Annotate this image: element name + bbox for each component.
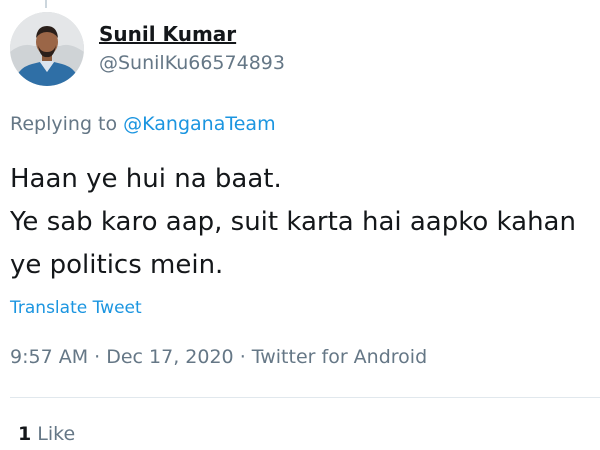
avatar-image	[10, 12, 84, 86]
meta-separator: ·	[88, 346, 107, 368]
avatar[interactable]	[10, 12, 84, 86]
tweet-text-line: Haan ye hui na baat.	[10, 164, 282, 194]
meta-separator: ·	[233, 346, 252, 368]
thread-connector-line	[45, 0, 47, 8]
replying-to-label: Replying to	[10, 113, 124, 135]
tweet-date[interactable]: Dec 17, 2020	[106, 346, 233, 368]
tweet-text-line: Ye sab karo aap, suit karta hai aapko ka…	[10, 207, 576, 237]
tweet-text: Haan ye hui na baat. Ye sab karo aap, su…	[10, 158, 600, 287]
translate-tweet-link[interactable]: Translate Tweet	[10, 298, 142, 318]
tweet-time[interactable]: 9:57 AM	[10, 346, 88, 368]
divider	[10, 397, 600, 398]
author-handle[interactable]: @SunilKu66574893	[99, 52, 285, 74]
reply-mention-link[interactable]: @KanganaTeam	[123, 113, 275, 135]
tweet-text-line: ye politics mein.	[10, 250, 224, 280]
tweet: Sunil Kumar @SunilKu66574893 Replying to…	[0, 0, 600, 450]
author-display-name[interactable]: Sunil Kumar	[99, 22, 236, 46]
replying-to: Replying to @KanganaTeam	[10, 113, 276, 135]
like-count: 1	[18, 423, 32, 445]
tweet-source-link[interactable]: Twitter for Android	[252, 346, 427, 368]
tweet-metadata: 9:57 AM · Dec 17, 2020 · Twitter for And…	[10, 346, 427, 368]
like-label: Like	[37, 423, 76, 445]
likes-stat[interactable]: 1 Like	[18, 423, 75, 445]
